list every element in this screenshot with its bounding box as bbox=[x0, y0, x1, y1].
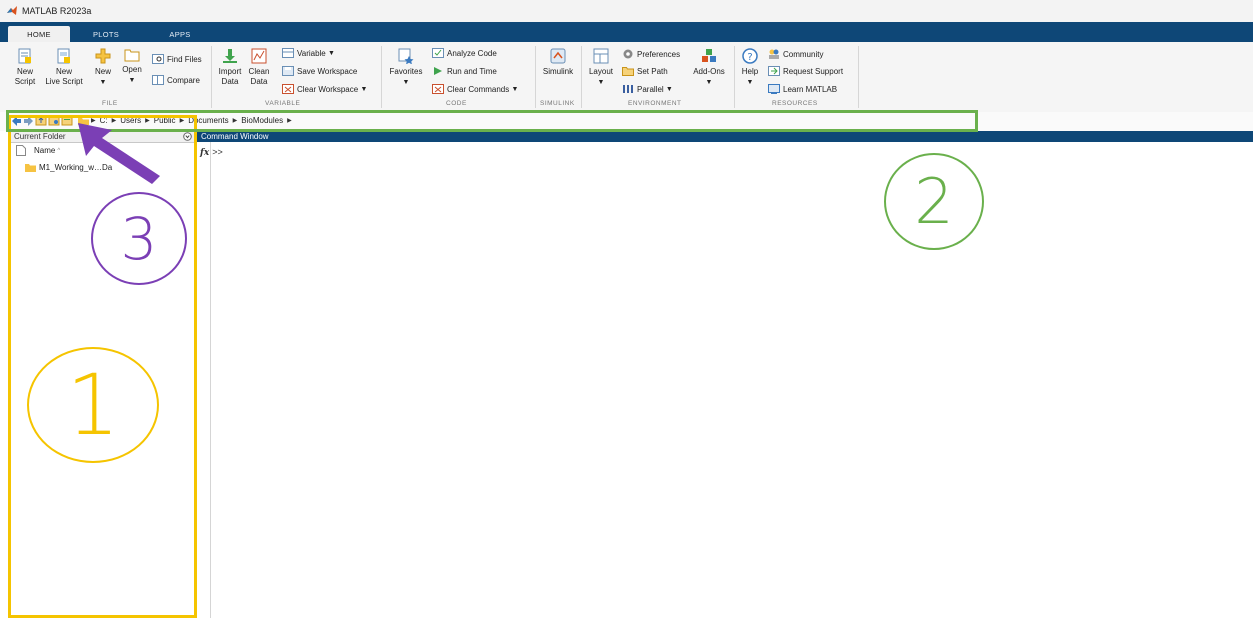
parallel-button[interactable]: Parallel ▼ bbox=[622, 84, 673, 94]
prompt-text: >> bbox=[212, 147, 223, 157]
annotation-circle-2: 2 bbox=[884, 153, 984, 250]
chevron-down-icon: ▼ bbox=[128, 77, 136, 84]
request-support-button[interactable]: Request Support bbox=[768, 66, 843, 76]
group-label-file: FILE bbox=[102, 100, 118, 107]
add-ons-button[interactable]: Add-Ons ▼ bbox=[690, 48, 728, 88]
ribbon-separator bbox=[381, 46, 382, 108]
learn-matlab-icon bbox=[768, 84, 780, 94]
chevron-down-icon: ▼ bbox=[665, 85, 673, 93]
clear-workspace-button[interactable]: Clear Workspace ▼ bbox=[282, 84, 367, 94]
simulink-button[interactable]: Simulink bbox=[539, 48, 577, 77]
new-live-script-button[interactable]: New Live Script bbox=[43, 48, 85, 87]
variable-icon bbox=[282, 48, 294, 58]
group-label-simulink: SIMULINK bbox=[540, 100, 575, 107]
tab-apps[interactable]: APPS bbox=[160, 26, 200, 42]
favorites-button[interactable]: Favorites ▼ bbox=[386, 48, 426, 88]
compare-button[interactable]: Compare bbox=[152, 75, 200, 85]
chevron-down-icon: ▼ bbox=[597, 79, 605, 86]
new-script-icon bbox=[18, 48, 31, 64]
simulink-icon bbox=[550, 48, 566, 64]
command-prompt[interactable]: fx >> bbox=[200, 147, 223, 158]
analyze-code-button[interactable]: Analyze Code bbox=[432, 48, 497, 58]
chevron-down-icon: ▼ bbox=[705, 79, 713, 86]
community-icon bbox=[769, 49, 779, 59]
gear-icon bbox=[623, 49, 633, 59]
annotation-circle-1: 1 bbox=[27, 347, 159, 463]
chevron-down-icon: ▼ bbox=[99, 79, 107, 86]
svg-text:?: ? bbox=[747, 52, 752, 63]
set-path-button[interactable]: Set Path bbox=[622, 66, 668, 76]
import-data-icon bbox=[223, 49, 237, 63]
ribbon-separator bbox=[858, 46, 859, 108]
add-ons-icon bbox=[702, 49, 716, 62]
new-button[interactable]: New ▼ bbox=[91, 48, 115, 88]
chevron-down-icon: ▼ bbox=[360, 85, 368, 93]
new-live-script-icon bbox=[57, 48, 70, 64]
annotation-circle-3: 3 bbox=[91, 192, 187, 285]
folder-open-icon bbox=[124, 49, 140, 62]
learn-matlab-button[interactable]: Learn MATLAB bbox=[768, 84, 837, 94]
ribbon-separator bbox=[535, 46, 536, 108]
ribbon-separator bbox=[211, 46, 212, 108]
chevron-down-icon: ▼ bbox=[328, 49, 335, 57]
chevron-down-icon: ▼ bbox=[511, 85, 519, 93]
plus-icon bbox=[95, 48, 111, 64]
favorites-icon bbox=[398, 48, 414, 64]
chevron-down-icon: ▼ bbox=[402, 79, 410, 86]
save-workspace-icon bbox=[282, 66, 294, 76]
request-support-icon bbox=[768, 66, 780, 76]
community-button[interactable]: Community bbox=[768, 48, 823, 60]
run-and-time-icon bbox=[434, 67, 442, 75]
compare-icon bbox=[152, 75, 164, 85]
clear-commands-button[interactable]: Clear Commands ▼ bbox=[432, 84, 518, 94]
title-bar: MATLAB R2023a bbox=[0, 0, 1253, 22]
tab-plots[interactable]: PLOTS bbox=[84, 26, 128, 42]
variable-button[interactable]: Variable ▼ bbox=[282, 48, 335, 58]
group-label-resources: RESOURCES bbox=[772, 100, 818, 107]
tab-bar: HOME PLOTS APPS bbox=[0, 22, 1253, 42]
help-button[interactable]: ? Help ▼ bbox=[738, 48, 762, 88]
fx-icon[interactable]: fx bbox=[200, 148, 209, 158]
annotation-arrow-icon bbox=[78, 123, 160, 184]
parallel-icon bbox=[623, 85, 633, 93]
clear-workspace-icon bbox=[282, 84, 294, 94]
help-icon: ? bbox=[742, 48, 758, 64]
clear-commands-icon bbox=[432, 84, 444, 94]
group-label-environment: ENVIRONMENT bbox=[628, 100, 682, 107]
preferences-button[interactable]: Preferences bbox=[622, 48, 680, 60]
import-data-button[interactable]: Import Data bbox=[216, 48, 244, 87]
layout-icon bbox=[593, 48, 609, 64]
matlab-logo-icon bbox=[7, 6, 17, 15]
new-script-button[interactable]: New Script bbox=[12, 48, 38, 87]
group-label-code: CODE bbox=[446, 100, 467, 107]
command-window-header: Command Window bbox=[197, 131, 1253, 142]
ribbon-separator bbox=[734, 46, 735, 108]
open-button[interactable]: Open ▼ bbox=[119, 48, 145, 86]
clean-data-icon bbox=[251, 48, 267, 64]
group-label-variable: VARIABLE bbox=[265, 100, 301, 107]
clean-data-button[interactable]: Clean Data bbox=[248, 48, 270, 87]
ribbon-separator bbox=[581, 46, 582, 108]
set-path-icon bbox=[622, 67, 634, 76]
panel-divider[interactable] bbox=[210, 142, 211, 618]
find-files-icon bbox=[152, 54, 164, 64]
command-window-title: Command Window bbox=[201, 132, 269, 141]
tab-home[interactable]: HOME bbox=[8, 26, 70, 42]
window-title: MATLAB R2023a bbox=[22, 6, 92, 16]
find-files-button[interactable]: Find Files bbox=[152, 54, 202, 64]
layout-button[interactable]: Layout ▼ bbox=[585, 48, 617, 88]
save-workspace-button[interactable]: Save Workspace bbox=[282, 66, 357, 76]
analyze-code-icon bbox=[432, 48, 444, 58]
run-and-time-button[interactable]: Run and Time bbox=[432, 66, 497, 76]
chevron-down-icon: ▼ bbox=[746, 79, 754, 86]
